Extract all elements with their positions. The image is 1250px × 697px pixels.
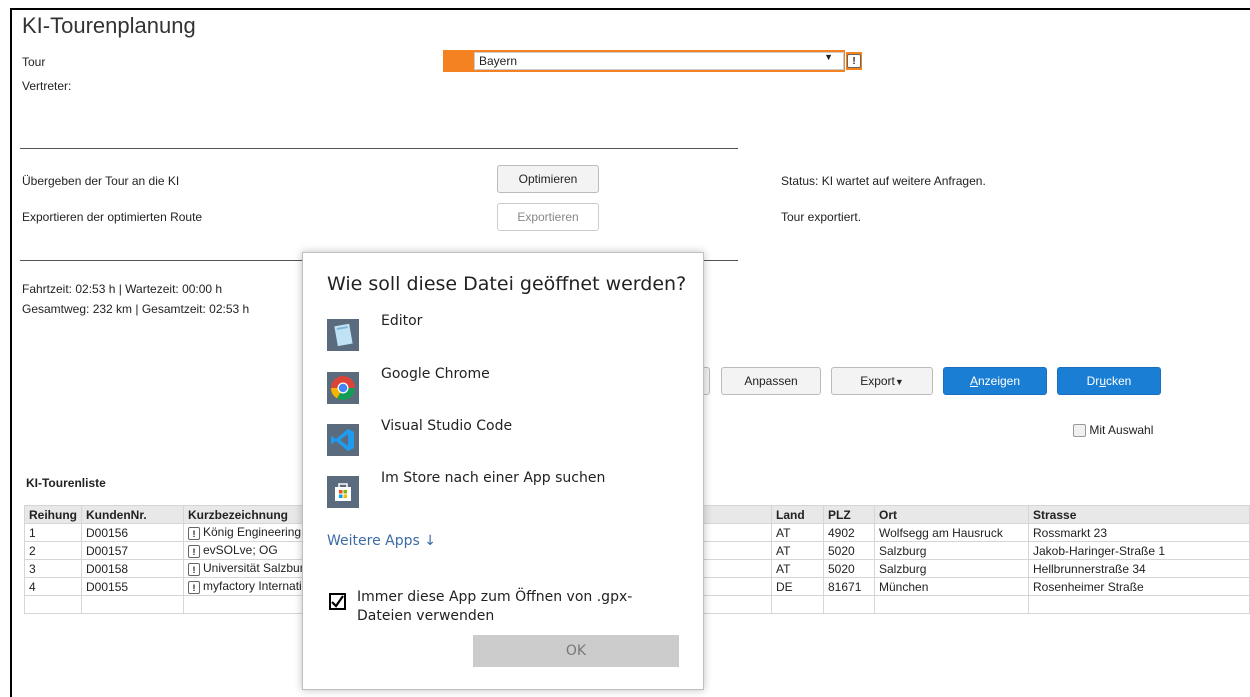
app-name: Visual Studio Code bbox=[381, 418, 513, 434]
mit-auswahl-option[interactable]: Mit Auswahl bbox=[1073, 423, 1154, 438]
cell-plz: 4902 bbox=[823, 523, 875, 542]
exportieren-label: Exportieren der optimierten Route bbox=[22, 210, 203, 224]
checkmark-icon bbox=[331, 595, 344, 608]
mit-auswahl-label: Mit Auswahl bbox=[1089, 423, 1154, 437]
header-land[interactable]: Land bbox=[771, 505, 824, 524]
app-name: Im Store nach einer App suchen bbox=[381, 470, 606, 486]
gesamtweg-text: Gesamtweg: 232 km | Gesamtzeit: 02:53 h bbox=[22, 302, 250, 316]
anzeigen-label-post: nzeigen bbox=[977, 374, 1021, 388]
dropdown-arrow-icon: ▼ bbox=[824, 52, 833, 62]
cell-plz: 81671 bbox=[823, 577, 875, 596]
tour-select[interactable]: Bayern ▼ bbox=[443, 50, 845, 72]
kurzbezeichnung-text: myfactory Internation bbox=[203, 579, 316, 594]
app-option-editor[interactable]: Editor bbox=[327, 313, 687, 359]
header-reihung[interactable]: Reihung bbox=[24, 505, 82, 524]
app-option-vscode[interactable]: Visual Studio Code bbox=[327, 418, 687, 464]
cell-strasse: Rosenheimer Straße bbox=[1028, 577, 1250, 596]
kurzbezeichnung-text: Universität Salzburg bbox=[203, 561, 311, 576]
mit-auswahl-checkbox[interactable] bbox=[1073, 424, 1086, 438]
cell-reihung: 1 bbox=[24, 523, 82, 542]
cell-strasse: Hellbrunnerstraße 34 bbox=[1028, 559, 1250, 578]
caret-down-icon: ▼ bbox=[894, 377, 904, 387]
drucken-label-underline: u bbox=[1099, 374, 1106, 388]
cell-land: AT bbox=[771, 523, 824, 542]
exclamation-icon[interactable]: ! bbox=[188, 544, 200, 558]
export-dropdown-button[interactable]: Export▼ bbox=[831, 367, 933, 395]
anzeigen-label-underline: A bbox=[969, 374, 978, 388]
cell-ort: München bbox=[874, 577, 1029, 596]
tour-info-button[interactable]: ! bbox=[846, 52, 862, 70]
tour-label: Tour bbox=[22, 55, 46, 69]
always-use-label: Immer diese App zum Öffnen von .gpx-Date… bbox=[357, 589, 633, 624]
kurzbezeichnung-text: König Engineering Gr bbox=[203, 525, 318, 540]
cell-reihung: 4 bbox=[24, 577, 82, 596]
exclamation-icon[interactable]: ! bbox=[188, 580, 200, 594]
app-name: Editor bbox=[381, 313, 423, 329]
vscode-icon bbox=[327, 424, 359, 456]
anzeigen-button[interactable]: Anzeigen bbox=[943, 367, 1047, 395]
divider bbox=[20, 148, 738, 149]
drucken-label-post: cken bbox=[1106, 374, 1132, 388]
cell-land: AT bbox=[771, 559, 824, 578]
vertreter-label: Vertreter: bbox=[22, 79, 72, 93]
cell-kundennr: D00157 bbox=[81, 541, 184, 560]
cell-kundennr: D00155 bbox=[81, 577, 184, 596]
exclamation-icon[interactable]: ! bbox=[188, 562, 200, 576]
more-apps-link[interactable]: Weitere Apps ↓ bbox=[327, 533, 436, 549]
cell-ort: Salzburg bbox=[874, 541, 1029, 560]
cell-plz: 5020 bbox=[823, 541, 875, 560]
uebergeben-label: Übergeben der Tour an die KI bbox=[22, 174, 180, 188]
store-icon bbox=[327, 476, 359, 508]
app-name: Google Chrome bbox=[381, 366, 490, 382]
open-with-dialog: Wie soll diese Datei geöffnet werden? Ed… bbox=[302, 252, 704, 690]
export-label: Export bbox=[860, 374, 895, 388]
cell-reihung: 2 bbox=[24, 541, 82, 560]
header-strasse[interactable]: Strasse bbox=[1028, 505, 1250, 524]
header-ort[interactable]: Ort bbox=[874, 505, 1029, 524]
optimieren-button[interactable]: Optimieren bbox=[497, 165, 599, 193]
cell-ort: Wolfsegg am Hausruck bbox=[874, 523, 1029, 542]
exportieren-button[interactable]: Exportieren bbox=[497, 203, 599, 231]
chrome-icon bbox=[327, 372, 359, 404]
cell-kundennr: D00156 bbox=[81, 523, 184, 542]
exclamation-icon: ! bbox=[847, 54, 861, 68]
header-plz[interactable]: PLZ bbox=[823, 505, 875, 524]
anpassen-button[interactable]: Anpassen bbox=[721, 367, 821, 395]
page-title: KI-Tourenplanung bbox=[22, 13, 196, 38]
exclamation-icon[interactable]: ! bbox=[188, 526, 200, 540]
header-kundennr[interactable]: KundenNr. bbox=[81, 505, 184, 524]
app-option-store[interactable]: Im Store nach einer App suchen bbox=[327, 470, 687, 516]
export-status: Tour exportiert. bbox=[781, 210, 862, 224]
always-use-checkbox[interactable] bbox=[329, 593, 346, 610]
cell-ort: Salzburg bbox=[874, 559, 1029, 578]
cell-reihung: 3 bbox=[24, 559, 82, 578]
cell-land: AT bbox=[771, 541, 824, 560]
dialog-title: Wie soll diese Datei geöffnet werden? bbox=[327, 273, 687, 295]
table-caption: KI-Tourenliste bbox=[26, 476, 106, 490]
drucken-button[interactable]: Drucken bbox=[1057, 367, 1161, 395]
fahrzeit-text: Fahrtzeit: 02:53 h | Wartezeit: 00:00 h bbox=[22, 282, 223, 296]
cell-strasse: Jakob-Haringer-Straße 1 bbox=[1028, 541, 1250, 560]
ok-button[interactable]: OK bbox=[473, 635, 679, 667]
cell-strasse: Rossmarkt 23 bbox=[1028, 523, 1250, 542]
cell-plz: 5020 bbox=[823, 559, 875, 578]
cell-kundennr: D00158 bbox=[81, 559, 184, 578]
notepad-icon bbox=[327, 319, 359, 351]
drucken-label-pre: Dr bbox=[1086, 374, 1100, 388]
kurzbezeichnung-text: evSOLve; OG bbox=[203, 543, 278, 558]
app-option-chrome[interactable]: Google Chrome bbox=[327, 366, 687, 412]
tour-select-value: Bayern bbox=[479, 54, 518, 68]
cell-land: DE bbox=[771, 577, 824, 596]
status-text: Status: KI wartet auf weitere Anfragen. bbox=[781, 174, 986, 188]
